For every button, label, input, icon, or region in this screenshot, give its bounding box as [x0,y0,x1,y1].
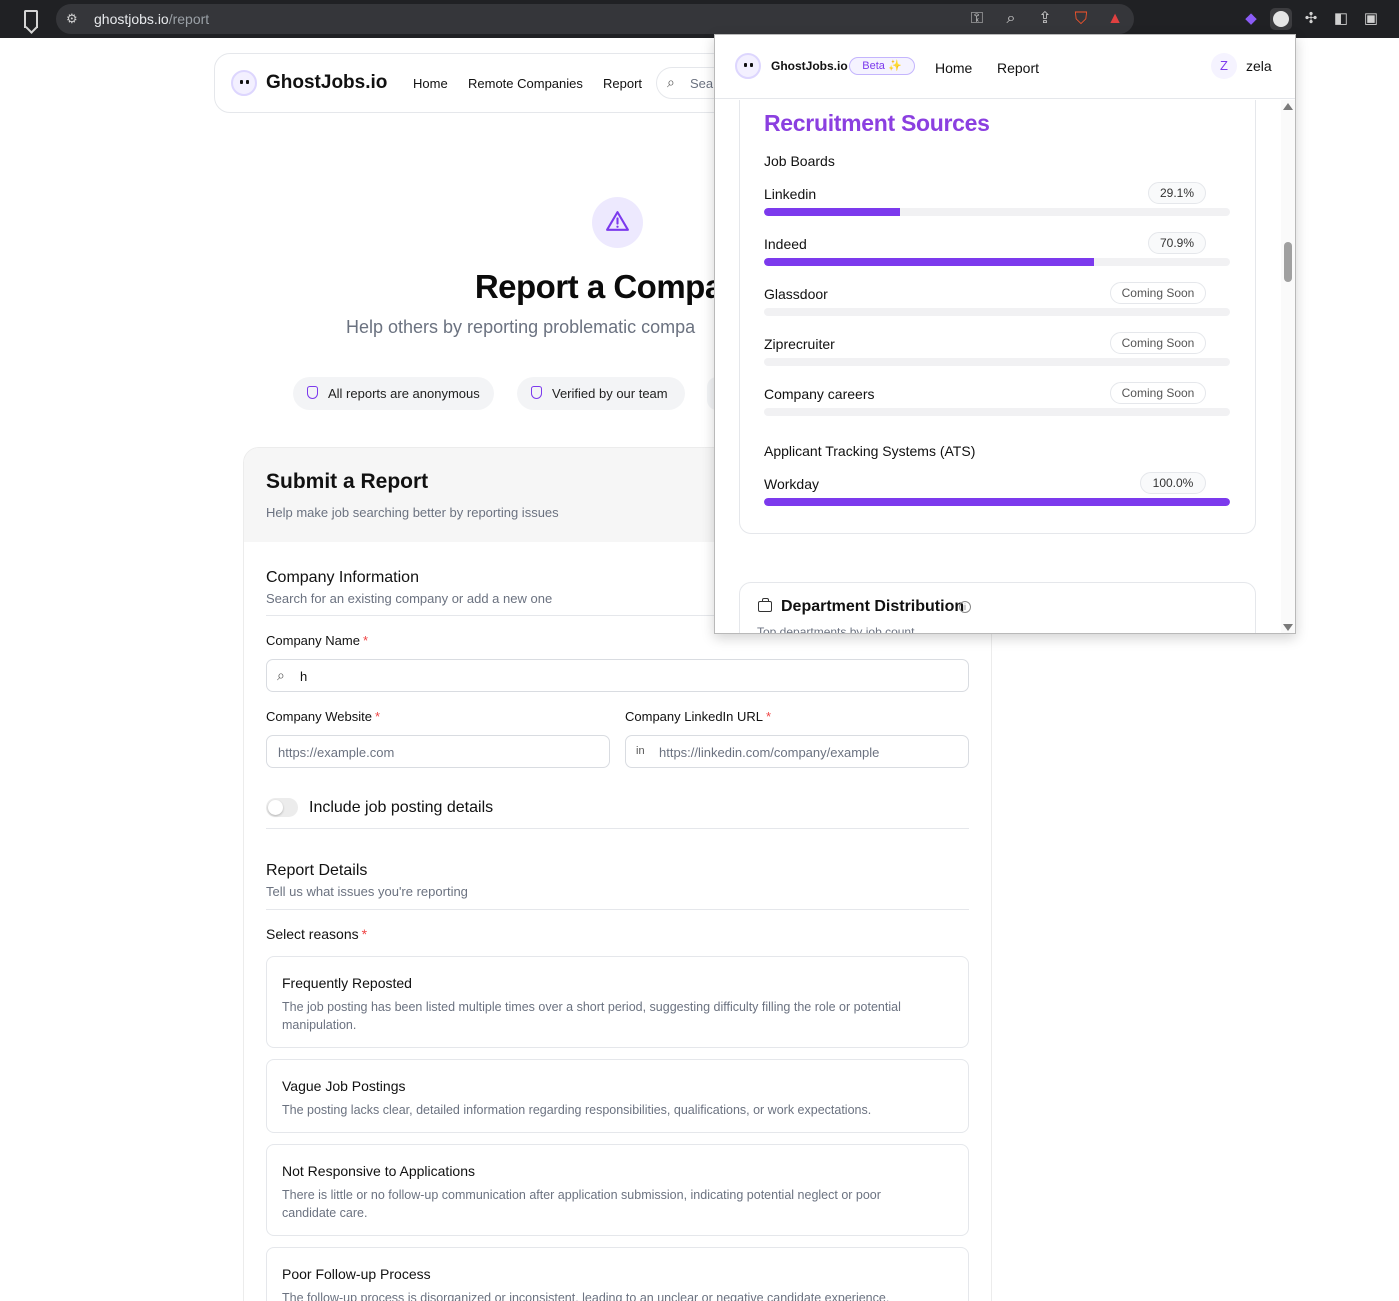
nav-link-home[interactable]: Home [413,76,448,91]
sidebar-icon[interactable]: ◧ [1330,8,1352,30]
url-text: ghostjobs.io/report [94,11,210,27]
scrollbar-thumb[interactable] [1284,242,1292,282]
company-section-title: Company Information [266,569,419,586]
coming-soon-badge: Coming Soon [1110,332,1206,354]
source-name: Glassdoor [764,286,828,302]
brand-name[interactable]: GhostJobs.io [266,72,387,94]
reason-option-not-responsive[interactable]: Not Responsive to Applications There is … [266,1144,969,1236]
source-name: Company careers [764,386,875,402]
source-percent-badge: 29.1% [1148,182,1206,204]
address-bar[interactable]: ⚙ ghostjobs.io/report ⚿ ⌕ ⇪ ⛉ ▲ [56,4,1134,34]
anonymous-badge: All reports are anonymous [293,377,494,410]
job-details-toggle[interactable] [266,798,298,817]
source-progress-bar [764,498,1230,506]
source-progress-fill [764,258,1095,266]
site-settings-icon[interactable]: ⚙ [66,11,78,27]
source-progress-bar [764,308,1230,316]
extensions-puzzle-icon[interactable]: ✣ [1300,8,1322,30]
search-icon: ⌕ [667,74,675,90]
user-name[interactable]: zela [1246,58,1272,74]
department-distribution-card: Department Distribution i Top department… [739,582,1256,634]
ghost-logo-icon[interactable] [231,70,257,96]
ats-title: Applicant Tracking Systems (ATS) [764,443,976,459]
popup-scrollbar[interactable] [1281,100,1295,633]
share-icon[interactable]: ⇪ [1034,8,1056,30]
department-distribution-subtitle: Top departments by job count [757,625,915,634]
ghostjobs-extension-icon[interactable] [1270,8,1292,30]
bookmark-icon[interactable] [24,10,38,28]
zoom-icon[interactable]: ⌕ [1000,8,1022,30]
divider [266,828,969,829]
reason-option-frequently-reposted[interactable]: Frequently Reposted The job posting has … [266,956,969,1048]
ghost-logo-icon[interactable] [735,53,761,79]
shield-icon [531,386,542,399]
company-name-input[interactable]: ⌕ h [266,659,969,692]
popup-nav-report[interactable]: Report [997,60,1039,76]
job-boards-title: Job Boards [764,153,835,169]
reason-option-poor-follow-up[interactable]: Poor Follow-up Process The follow-up pro… [266,1247,969,1301]
popup-scroll-area[interactable]: Recruitment Sources Job Boards Linkedin … [715,100,1281,634]
page-subtitle: Help others by reporting problematic com… [346,317,696,337]
job-details-toggle-label[interactable]: Include job posting details [309,799,493,817]
extension-popup: GhostJobs.io Beta ✨ Home Report Z zela R… [714,34,1296,634]
recruitment-sources-card: Recruitment Sources Job Boards Linkedin … [739,100,1256,534]
nav-link-report[interactable]: Report [603,76,642,91]
briefcase-icon [758,598,772,612]
source-name: Linkedin [764,186,817,202]
warning-icon [592,197,643,248]
source-progress-bar [764,208,1230,216]
coming-soon-badge: Coming Soon [1110,282,1206,304]
beta-badge: Beta ✨ [849,57,915,75]
source-progress-fill [764,208,900,216]
browser-toolbar: ⚙ ghostjobs.io/report ⚿ ⌕ ⇪ ⛉ ▲ ◆ ✣ ◧ ▣ [0,0,1399,38]
wallet-icon[interactable]: ▣ [1360,8,1382,30]
report-section-title: Report Details [266,862,368,879]
nav-link-remote-companies[interactable]: Remote Companies [468,76,583,91]
verified-badge: Verified by our team [517,377,685,410]
select-reasons-label: Select reasons * [266,926,368,942]
popup-nav-home[interactable]: Home [935,60,972,76]
source-percent-badge: 100.0% [1140,472,1206,494]
form-subtitle: Help make job searching better by report… [266,505,559,520]
brave-shields-icon[interactable]: ⛉ [1070,8,1092,30]
source-name: Indeed [764,236,807,252]
reason-option-vague-postings[interactable]: Vague Job Postings The posting lacks cle… [266,1059,969,1133]
source-progress-bar [764,258,1230,266]
coming-soon-badge: Coming Soon [1110,382,1206,404]
linkedin-icon: in [636,745,645,757]
company-linkedin-input[interactable]: in https://linkedin.com/company/example [625,735,969,768]
company-website-label: Company Website * [266,709,381,724]
popup-brand[interactable]: GhostJobs.io [771,59,848,73]
extension-purple-icon[interactable]: ◆ [1240,8,1262,30]
company-linkedin-label: Company LinkedIn URL * [625,709,772,724]
source-name: Ziprecruiter [764,336,835,352]
scroll-down-arrow-icon[interactable] [1283,624,1293,631]
form-title: Submit a Report [266,470,429,493]
source-progress-bar [764,358,1230,366]
popup-header: GhostJobs.io Beta ✨ Home Report Z zela [715,35,1295,99]
report-section-subtitle: Tell us what issues you're reporting [266,884,468,899]
source-progress-bar [764,408,1230,416]
avatar[interactable]: Z [1211,53,1237,79]
extensions-area: ◆ ✣ ◧ ▣ [1236,4,1396,34]
info-icon[interactable]: i [959,601,971,613]
search-icon: ⌕ [277,667,285,683]
source-percent-badge: 70.9% [1148,232,1206,254]
password-key-icon[interactable]: ⚿ [966,8,988,30]
shield-icon [307,386,318,399]
source-progress-fill [764,498,1230,506]
company-section-subtitle: Search for an existing company or add a … [266,591,553,606]
company-website-input[interactable]: https://example.com [266,735,610,768]
source-name: Workday [764,476,819,492]
brave-rewards-icon[interactable]: ▲ [1104,8,1126,30]
scroll-up-arrow-icon[interactable] [1283,103,1293,110]
company-name-label: Company Name * [266,633,368,648]
divider [266,909,969,910]
recruitment-sources-title: Recruitment Sources [764,110,990,136]
department-distribution-title: Department Distribution [781,598,965,615]
